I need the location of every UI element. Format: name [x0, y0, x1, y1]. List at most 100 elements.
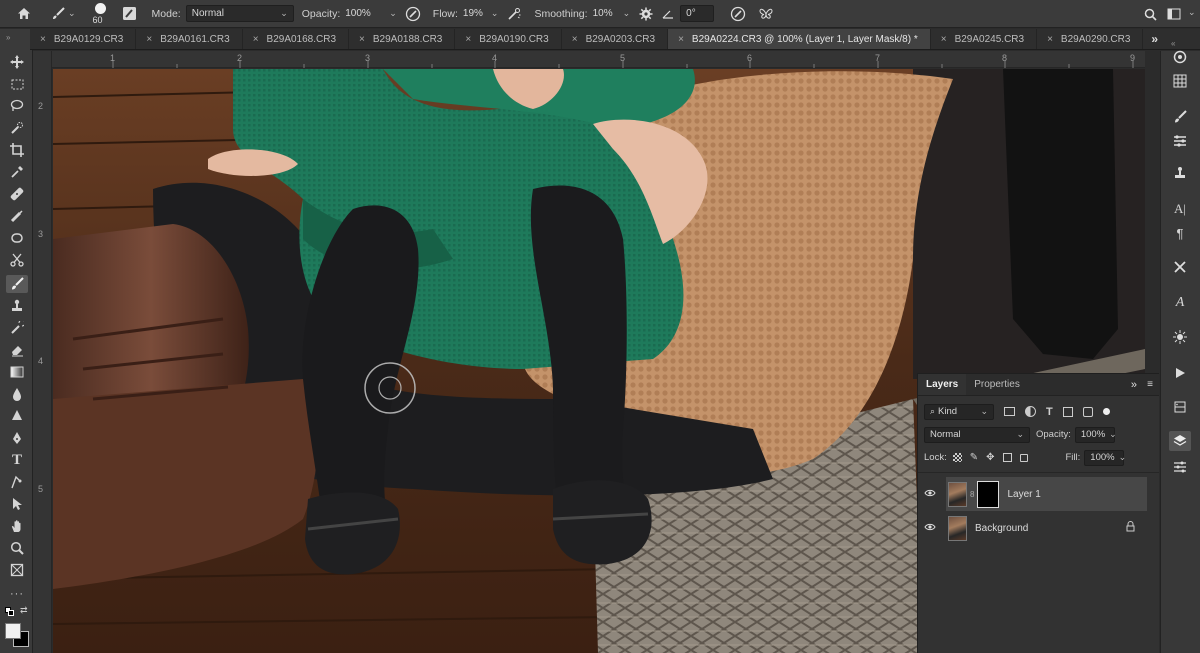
blend-mode-select[interactable]: Normal ⌄ [924, 426, 1030, 443]
pressure-size-icon[interactable] [728, 4, 748, 24]
tab-document[interactable]: × B29A0190.CR3 [455, 29, 562, 49]
layer-opacity-input[interactable]: 100% ⌄ [1074, 426, 1117, 443]
tools-preset-panel-icon[interactable] [1169, 257, 1191, 277]
swap-colors-icon[interactable]: ⇄ [20, 605, 28, 616]
hand-tool-icon[interactable] [6, 517, 28, 535]
brush-size-picker[interactable]: 60 [88, 0, 114, 28]
type-tool-icon[interactable]: T [6, 451, 28, 469]
flow-value[interactable]: 19% [463, 8, 483, 19]
patch-tool-icon[interactable] [6, 229, 28, 247]
flow-chevron-icon[interactable]: ⌄ [491, 8, 499, 19]
brush-settings-panel-icon[interactable] [1169, 131, 1191, 151]
layers-panel-icon[interactable] [1169, 431, 1191, 451]
lasso-tool-icon[interactable] [6, 97, 28, 115]
layer-name[interactable]: Background [975, 523, 1028, 534]
close-icon[interactable]: × [146, 34, 152, 45]
close-icon[interactable]: × [40, 34, 46, 45]
gear-icon[interactable] [636, 4, 656, 24]
glyphs-panel-icon[interactable]: A [1169, 293, 1191, 313]
character-panel-icon[interactable]: A| [1169, 199, 1191, 219]
tab-document[interactable]: × B29A0168.CR3 [243, 29, 350, 49]
filter-adjustment-icon[interactable] [1025, 406, 1036, 417]
airbrush-icon[interactable] [504, 4, 524, 24]
actions-panel-icon[interactable] [1169, 363, 1191, 383]
close-icon[interactable]: × [465, 34, 471, 45]
move-tool-icon[interactable] [6, 53, 28, 71]
close-icon[interactable]: × [572, 34, 578, 45]
spot-healing-tool-icon[interactable] [6, 207, 28, 225]
more-tools-icon[interactable]: ··· [6, 585, 28, 603]
layer-mask-thumbnail[interactable] [977, 480, 1000, 508]
workspace-chevron-icon[interactable]: ⌄ [1188, 7, 1196, 18]
tab-document[interactable]: × B29A0161.CR3 [136, 29, 243, 49]
smoothing-value[interactable]: 10% [593, 8, 613, 19]
opacity-chevron-icon[interactable]: ⌄ [389, 8, 397, 19]
gradient-tool-icon[interactable] [6, 363, 28, 381]
layer-name[interactable]: Layer 1 [1007, 489, 1040, 500]
tab-document[interactable]: × B29A0245.CR3 [931, 29, 1038, 49]
frame-tool-icon[interactable] [6, 561, 28, 579]
scissors-tool-icon[interactable] [6, 251, 28, 269]
clone-stamp-tool-icon[interactable] [6, 297, 28, 315]
toolbar-collapse-icon[interactable]: » [6, 33, 10, 42]
filter-shape-icon[interactable] [1062, 406, 1073, 417]
brush-preset-chevron[interactable]: ⌄ [68, 8, 76, 19]
angle-input[interactable]: 0° [680, 5, 715, 22]
tab-properties[interactable]: Properties [966, 374, 1028, 395]
clone-source-panel-icon[interactable] [1169, 163, 1191, 183]
link-icon[interactable]: 8 [970, 490, 974, 499]
layer-row[interactable]: Background [924, 511, 1147, 545]
opacity-input[interactable]: 100% [345, 5, 385, 22]
history-panel-icon[interactable] [1169, 397, 1191, 417]
tab-document[interactable]: × B29A0188.CR3 [349, 29, 456, 49]
filter-smartobject-icon[interactable] [1082, 406, 1093, 417]
pen-tool-icon[interactable] [6, 429, 28, 447]
eye-icon[interactable] [924, 522, 936, 534]
close-icon[interactable]: × [253, 34, 259, 45]
eyedropper-tool-icon[interactable] [6, 163, 28, 181]
adjustments-panel-icon[interactable] [1169, 327, 1191, 347]
lock-paint-icon[interactable]: ✎ [970, 452, 978, 463]
mode-select[interactable]: Normal ⌄ [185, 5, 294, 22]
eye-icon[interactable] [924, 488, 936, 500]
healing-brush-tool-icon[interactable] [6, 185, 28, 203]
eraser-tool-icon[interactable] [6, 341, 28, 359]
kind-filter-select[interactable]: ⌕ Kind ⌄ [924, 403, 994, 420]
channels-panel-icon[interactable] [1169, 457, 1191, 477]
blur-tool-icon[interactable] [6, 385, 28, 403]
layer-row[interactable]: 8 Layer 1 [924, 477, 1147, 511]
filter-toggle-icon[interactable] [1102, 408, 1110, 415]
brush-tool-icon-active[interactable] [6, 275, 28, 293]
brush-settings-icon[interactable] [120, 4, 140, 24]
swatches-panel-icon[interactable] [1169, 71, 1191, 91]
tab-document[interactable]: × B29A0290.CR3 [1037, 29, 1144, 49]
tab-layers[interactable]: Layers [918, 374, 967, 395]
paragraph-panel-icon[interactable]: ¶ [1169, 223, 1191, 243]
zoom-tool-icon[interactable] [6, 539, 28, 557]
fill-input[interactable]: 100% ⌄ [1084, 449, 1126, 466]
search-icon[interactable] [1140, 4, 1160, 24]
crop-tool-icon[interactable] [6, 141, 28, 159]
close-icon[interactable]: × [1047, 34, 1053, 45]
direct-selection-tool-icon[interactable] [6, 495, 28, 513]
symmetry-butterfly-icon[interactable] [756, 4, 776, 24]
history-brush-tool-icon[interactable] [6, 319, 28, 337]
pressure-opacity-icon[interactable] [403, 4, 423, 24]
close-icon[interactable]: × [678, 34, 684, 45]
default-colors-icon[interactable] [5, 607, 15, 617]
tab-document[interactable]: × B29A0203.CR3 [562, 29, 669, 49]
lock-artboard-icon[interactable] [1002, 453, 1012, 462]
dodge-tool-icon[interactable] [6, 407, 28, 425]
home-icon[interactable] [14, 4, 34, 24]
panel-menu-icon[interactable]: ≡ [1147, 379, 1153, 390]
tabs-overflow-icon[interactable]: » [1151, 32, 1158, 46]
close-icon[interactable]: × [941, 34, 947, 45]
close-icon[interactable]: × [359, 34, 365, 45]
brush-tool-icon[interactable] [48, 4, 68, 24]
filter-type-icon[interactable]: T [1046, 406, 1053, 418]
path-selection-tool-icon[interactable] [6, 473, 28, 491]
brushes-panel-icon[interactable] [1169, 107, 1191, 127]
lock-transparent-icon[interactable] [952, 453, 962, 462]
lock-position-icon[interactable]: ✥ [986, 452, 994, 463]
panel-expand-icon[interactable]: » [1131, 379, 1137, 391]
